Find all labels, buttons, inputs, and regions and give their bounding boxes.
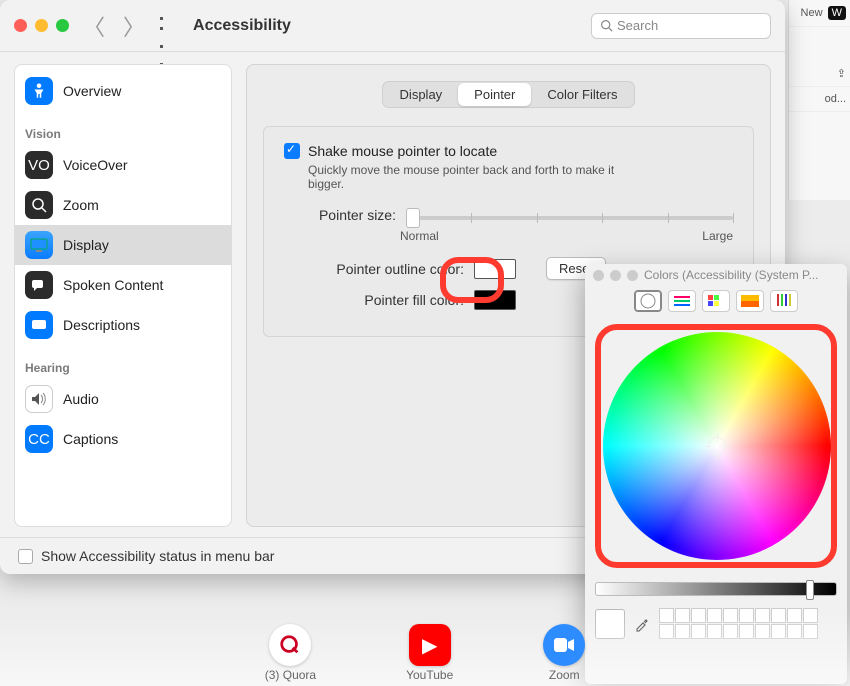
- outline-color-swatch[interactable]: [474, 259, 516, 279]
- color-wheel-cursor[interactable]: [708, 437, 726, 455]
- forward-button: 〉: [119, 10, 149, 42]
- youtube-icon: ▶: [409, 624, 451, 666]
- zoom-window-icon[interactable]: [56, 19, 69, 32]
- brightness-slider[interactable]: [595, 582, 837, 596]
- sidebar-item-label: Audio: [63, 391, 99, 407]
- sidebar-item-label: Zoom: [63, 197, 99, 213]
- sidebar: Overview Vision VO VoiceOver Zoom Displa…: [14, 64, 232, 527]
- color-wheel-tab[interactable]: [634, 290, 662, 312]
- sidebar-section-hearing: Hearing: [15, 345, 231, 379]
- quora-icon: [269, 624, 311, 666]
- spoken-content-icon: [25, 271, 53, 299]
- color-sliders-tab[interactable]: [668, 290, 696, 312]
- dock-label: YouTube: [406, 668, 453, 682]
- sidebar-item-label: Descriptions: [63, 317, 140, 333]
- color-wheel[interactable]: [603, 332, 831, 560]
- background-browser-edge: New W ⇪ od...: [788, 0, 850, 200]
- size-min-label: Normal: [400, 229, 439, 243]
- sidebar-item-label: Captions: [63, 431, 118, 447]
- sidebar-item-label: Spoken Content: [63, 277, 163, 293]
- shake-label: Shake mouse pointer to locate: [308, 143, 497, 159]
- sidebar-item-voiceover[interactable]: VO VoiceOver: [15, 145, 231, 185]
- overview-icon: [25, 77, 53, 105]
- minimize-icon[interactable]: [35, 19, 48, 32]
- close-icon[interactable]: [14, 19, 27, 32]
- pointer-size-label: Pointer size:: [284, 207, 396, 223]
- window-controls: [14, 19, 69, 32]
- dock-item-quora[interactable]: (3) Quora: [265, 624, 316, 682]
- status-menubar-label: Show Accessibility status in menu bar: [41, 548, 274, 564]
- titlebar: 〈 〉 Accessibility Search: [0, 0, 785, 52]
- tab-pointer[interactable]: Pointer: [458, 83, 531, 106]
- sidebar-item-label: VoiceOver: [63, 157, 128, 173]
- zoom-window-icon[interactable]: [627, 270, 638, 281]
- pointer-size-slider[interactable]: [406, 216, 733, 220]
- search-input[interactable]: Search: [591, 13, 771, 39]
- sidebar-item-overview[interactable]: Overview: [15, 71, 231, 111]
- colors-title: Colors (Accessibility (System P...: [644, 268, 819, 282]
- shake-checkbox[interactable]: [284, 143, 300, 159]
- window-title: Accessibility: [193, 17, 291, 35]
- sidebar-item-spoken-content[interactable]: Spoken Content: [15, 265, 231, 305]
- fill-color-label: Pointer fill color:: [304, 292, 464, 308]
- sidebar-item-display[interactable]: Display: [15, 225, 231, 265]
- display-icon: [25, 231, 53, 259]
- sidebar-item-label: Overview: [63, 83, 121, 99]
- sidebar-section-vision: Vision: [15, 111, 231, 145]
- dock-item-zoom[interactable]: Zoom: [543, 624, 585, 682]
- show-all-icon[interactable]: [159, 17, 177, 35]
- sidebar-item-label: Display: [63, 237, 109, 253]
- tab-display[interactable]: Display: [384, 83, 459, 106]
- pencils-tab[interactable]: [770, 290, 798, 312]
- sidebar-item-descriptions[interactable]: Descriptions: [15, 305, 231, 345]
- sidebar-item-zoom[interactable]: Zoom: [15, 185, 231, 225]
- colors-titlebar: Colors (Accessibility (System P...: [585, 264, 847, 286]
- close-icon[interactable]: [593, 270, 604, 281]
- color-mode-tabs: [585, 286, 847, 318]
- status-menubar-checkbox[interactable]: [18, 549, 33, 564]
- descriptions-icon: [25, 311, 53, 339]
- captions-icon: CC: [25, 425, 53, 453]
- slider-thumb[interactable]: [806, 580, 814, 600]
- dock-label: (3) Quora: [265, 668, 316, 682]
- image-palettes-tab[interactable]: [736, 290, 764, 312]
- back-button[interactable]: 〈: [79, 10, 109, 42]
- tab-bar: Display Pointer Color Filters: [382, 81, 636, 108]
- fill-color-swatch[interactable]: [474, 290, 516, 310]
- voiceover-icon: VO: [25, 151, 53, 179]
- color-palettes-tab[interactable]: [702, 290, 730, 312]
- tab-color-filters[interactable]: Color Filters: [531, 83, 633, 106]
- minimize-icon[interactable]: [610, 270, 621, 281]
- audio-icon: [25, 385, 53, 413]
- outline-color-label: Pointer outline color:: [304, 261, 464, 277]
- zoom-icon: [25, 191, 53, 219]
- dock-preview: (3) Quora ▶ YouTube Zoom: [0, 610, 850, 686]
- shake-description: Quickly move the mouse pointer back and …: [308, 163, 648, 191]
- slider-thumb[interactable]: [406, 208, 420, 228]
- zoom-app-icon: [543, 624, 585, 666]
- dock-item-youtube[interactable]: ▶ YouTube: [406, 624, 453, 682]
- annotation-rect-icon: [595, 324, 837, 568]
- size-max-label: Large: [702, 229, 733, 243]
- dock-label: Zoom: [549, 668, 580, 682]
- search-icon: [600, 19, 613, 32]
- sidebar-item-audio[interactable]: Audio: [15, 379, 231, 419]
- sidebar-item-captions[interactable]: CC Captions: [15, 419, 231, 459]
